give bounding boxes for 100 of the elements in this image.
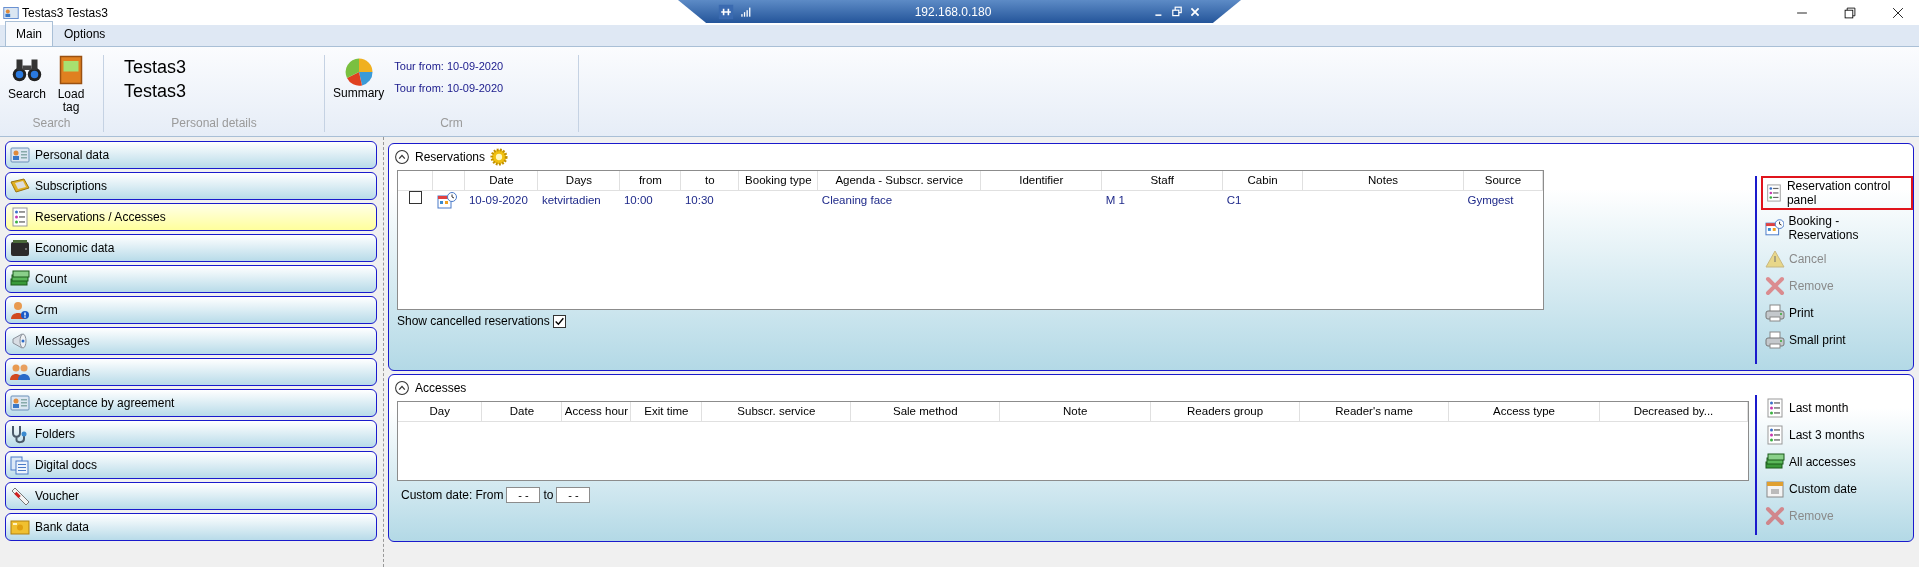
sidebar-item[interactable]: Acceptance by agreement [5, 389, 377, 417]
checklist-icon [1765, 183, 1783, 203]
checklist-icon [10, 207, 30, 227]
documents-icon [10, 455, 30, 475]
printer-icon [1765, 303, 1785, 323]
close-icon[interactable] [1189, 5, 1201, 18]
column-header: Notes [1302, 171, 1464, 190]
id-card-icon [10, 145, 30, 165]
calendar-clock-icon [1765, 218, 1785, 238]
cross-icon [1765, 276, 1785, 296]
tour-link[interactable]: Tour from: 10-09-2020 [394, 77, 504, 99]
column-header: from [619, 171, 681, 190]
check-icon [553, 315, 565, 327]
calendar-clock-icon [437, 190, 457, 211]
gear-icon [490, 148, 509, 166]
cross-icon [1765, 506, 1785, 526]
field-label: to [543, 487, 554, 504]
collapse-toggle-icon[interactable] [394, 149, 410, 165]
action-button[interactable]: Last 3 months [1761, 422, 1913, 448]
wallet-icon [10, 238, 30, 258]
collapse-toggle-icon[interactable] [394, 380, 410, 396]
action-button[interactable]: All accesses [1761, 449, 1913, 475]
checklist-icon [1765, 398, 1785, 418]
window-title: Testas3 Testas3 [22, 4, 108, 22]
sidebar-item[interactable]: Crm [5, 296, 377, 324]
column-header: Staff [1101, 171, 1223, 190]
column-header: Subscr. service [701, 402, 851, 421]
person-name: Testas3 [124, 80, 187, 103]
sidebar-item[interactable]: Reservations / Accesses [5, 203, 377, 231]
group-caption: Personal details [170, 115, 258, 132]
sidebar-item[interactable]: Folders [5, 420, 377, 448]
table-cell: 10:00 [619, 190, 681, 211]
column-header: Access hour [561, 402, 631, 421]
checkbox[interactable] [552, 314, 566, 328]
printer-icon [1765, 330, 1785, 350]
id-card-icon [10, 393, 30, 413]
person-icon [10, 300, 30, 320]
signal-icon [740, 5, 753, 18]
group-caption: Search [31, 115, 72, 132]
action-button[interactable]: Reservation control panel [1761, 176, 1913, 210]
column-header: Exit time [630, 402, 702, 421]
action-button[interactable]: Print [1761, 300, 1913, 326]
sidebar-item[interactable]: Voucher [5, 482, 377, 510]
remote-address: 192.168.0.180 [913, 3, 993, 21]
group-caption: Crm [439, 115, 464, 132]
table-cell: ketvirtadien [537, 190, 620, 211]
restore-icon[interactable] [1171, 5, 1183, 18]
action-button[interactable]: Booking - Reservations [1761, 211, 1913, 245]
sidebar-item[interactable]: Personal data [5, 141, 377, 169]
calendar-icon [1765, 479, 1785, 499]
sidebar-item[interactable]: Count [5, 265, 377, 293]
table-cell: 10:30 [680, 190, 739, 211]
column-header: Identifier [980, 171, 1102, 190]
action-button[interactable]: Small print [1761, 327, 1913, 353]
panel-title: Accesses [415, 380, 467, 397]
column-header: Note [999, 402, 1151, 421]
sidebar-item[interactable]: Bank data [5, 513, 377, 541]
table-cell: Gymgest [1463, 190, 1543, 211]
row-checkbox[interactable] [409, 191, 422, 205]
people-icon [10, 362, 30, 382]
person-name: Testas3 [124, 56, 187, 79]
ribbon-button[interactable]: Load tag [56, 55, 87, 114]
column-header: Date [464, 171, 538, 190]
pie-chart-icon [343, 57, 374, 87]
sidebar-item[interactable]: Economic data [5, 234, 377, 262]
ribbon-button[interactable]: Search [8, 55, 47, 114]
column-header: Cabin [1222, 171, 1303, 190]
field-label: From [475, 487, 504, 504]
table-cell: 10-09-2020 [464, 190, 538, 211]
column-header: Agenda - Subscr. service [817, 171, 981, 190]
column-header: Sale method [850, 402, 1000, 421]
date-field[interactable]: - - [506, 487, 541, 503]
column-header: Source [1463, 171, 1543, 190]
ribbon-button[interactable]: Summary [333, 57, 385, 114]
column-header: Day [398, 402, 482, 421]
ribbon-tab[interactable]: Options [53, 21, 117, 46]
tour-link[interactable]: Tour from: 10-09-2020 [394, 55, 504, 77]
date-field[interactable]: - - [556, 487, 591, 503]
banknotes-icon [10, 517, 30, 537]
megaphone-icon [10, 331, 30, 351]
sidebar-item[interactable]: Messages [5, 327, 377, 355]
action-button[interactable]: Last month [1761, 395, 1913, 421]
column-header: Readers group [1150, 402, 1300, 421]
column-header: Date [481, 402, 562, 421]
banknotes-icon [1765, 452, 1785, 472]
field-label: Custom date: [401, 487, 473, 504]
ribbon-tab[interactable]: Main [5, 21, 53, 46]
sidebar-item[interactable]: Subscriptions [5, 172, 377, 200]
banknotes-icon [10, 269, 30, 289]
scroll-icon [10, 486, 30, 506]
restore-icon[interactable] [1843, 5, 1857, 20]
close-icon[interactable] [1891, 5, 1905, 20]
panel-title: Reservations [415, 149, 486, 166]
action-button[interactable]: Custom date [1761, 476, 1913, 502]
sidebar-item[interactable]: Guardians [5, 358, 377, 386]
checkbox-label: Show cancelled reservations [397, 313, 550, 330]
sidebar-item[interactable]: Digital docs [5, 451, 377, 479]
tray-icon [10, 176, 30, 196]
pin-icon [718, 3, 734, 20]
column-header: to [680, 171, 739, 190]
